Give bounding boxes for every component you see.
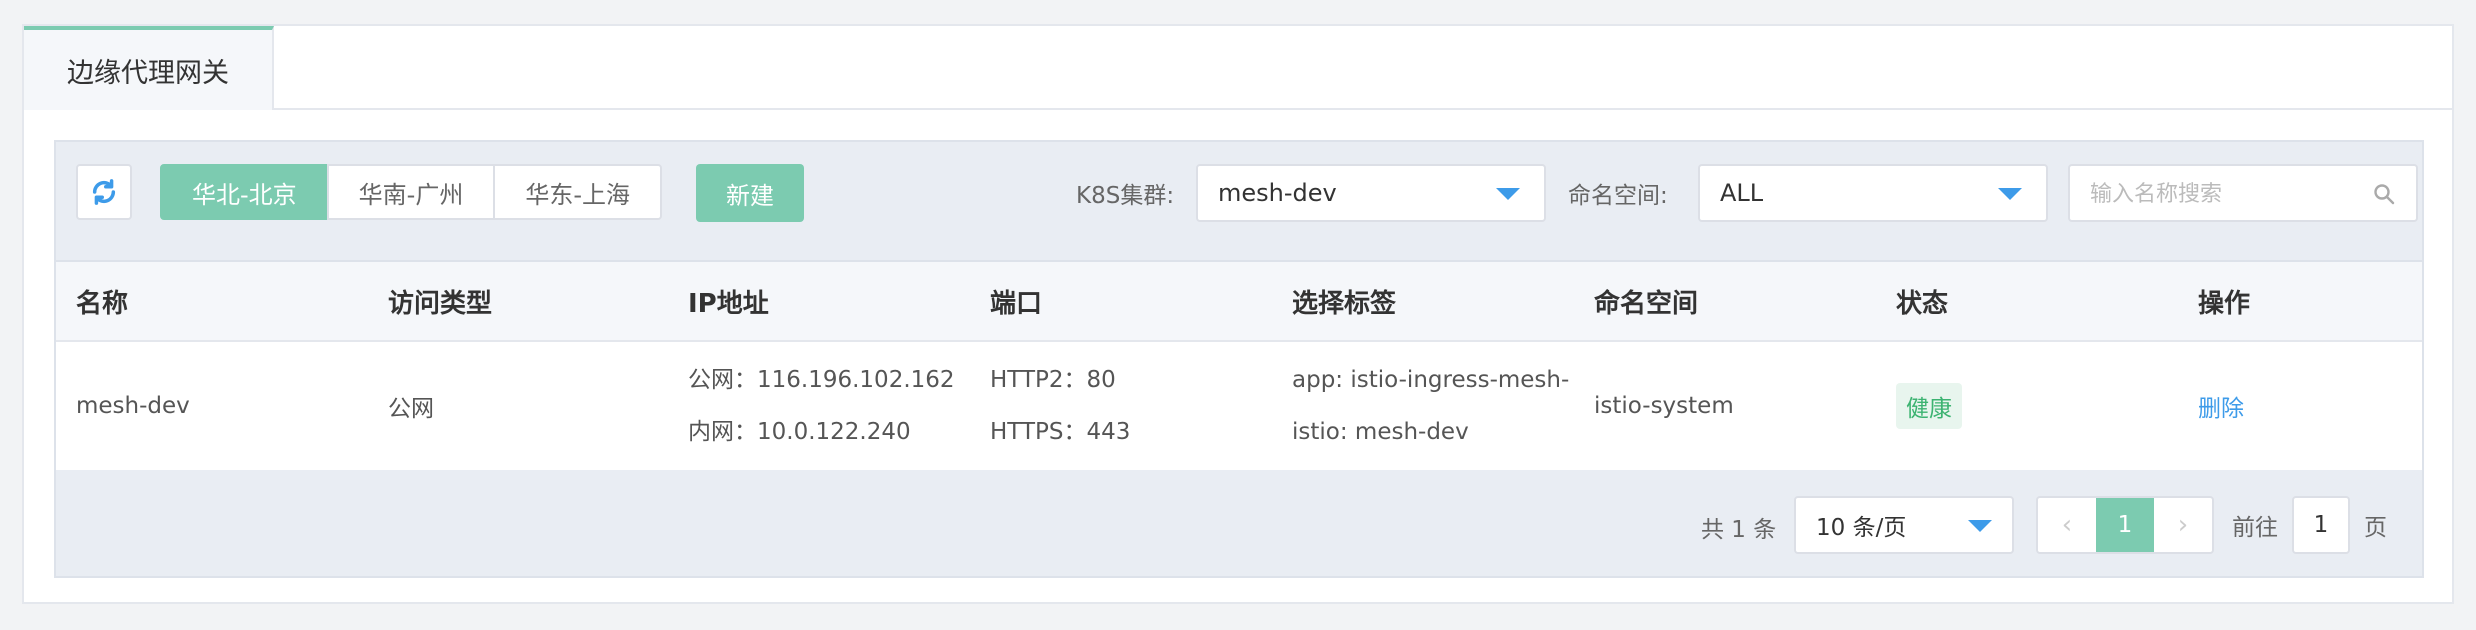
- cluster-select-value: mesh-dev: [1218, 179, 1337, 207]
- namespace-select[interactable]: ALL: [1698, 164, 2048, 222]
- page-size-select[interactable]: 10 条/页: [1794, 496, 2014, 554]
- column-header-status: 状态: [1896, 288, 1949, 319]
- page-navigator: ‹ 1 ›: [2036, 496, 2214, 554]
- tab-bar: 边缘代理网关: [24, 26, 2452, 110]
- region-switcher: 华北-北京 华南-广州 华东-上海: [160, 164, 663, 220]
- cell-actions: 删除: [2178, 389, 2422, 423]
- search-input[interactable]: [2070, 166, 2382, 222]
- pagination: 共 1 条 10 条/页 ‹ 1 › 前往 页: [56, 472, 2422, 576]
- table-header: 名称 访问类型 IP地址 端口 选择标签 命名空间 状态 操作: [56, 260, 2422, 342]
- goto-page-input[interactable]: [2292, 496, 2350, 554]
- column-header-actions: 操作: [2198, 288, 2251, 319]
- ip-private: 内网：10.0.122.240: [688, 419, 911, 445]
- toolbar: 华北-北京 华南-广州 华东-上海 新建 K8S集群: mesh-dev 命名空…: [56, 142, 2422, 262]
- refresh-icon: [92, 179, 116, 205]
- column-header-port: 端口: [990, 288, 1043, 319]
- region-beijing-button[interactable]: 华北-北京: [160, 164, 329, 220]
- chevron-down-icon: [1496, 188, 1520, 200]
- refresh-button[interactable]: [76, 164, 132, 220]
- region-shanghai-button[interactable]: 华东-上海: [493, 164, 663, 220]
- gateway-table: 名称 访问类型 IP地址 端口 选择标签 命名空间 状态 操作 mesh-dev…: [56, 260, 2422, 470]
- cell-selector: app: istio-ingress-mesh- istio: mesh-dev: [1272, 354, 1574, 458]
- delete-link[interactable]: 删除: [2198, 396, 2244, 422]
- cluster-label: K8S集群:: [1076, 183, 1175, 209]
- cluster-select[interactable]: mesh-dev: [1196, 164, 1546, 222]
- ip-public: 公网：116.196.102.162: [688, 367, 955, 393]
- label-app: app: istio-ingress-mesh-: [1292, 367, 1570, 393]
- namespace-label: 命名空间:: [1568, 183, 1668, 209]
- cell-access-type: 公网: [388, 396, 434, 422]
- search-box: [2068, 164, 2418, 222]
- content-area: 华北-北京 华南-广州 华东-上海 新建 K8S集群: mesh-dev 命名空…: [54, 140, 2424, 578]
- search-icon[interactable]: [2372, 182, 2396, 206]
- column-header-name: 名称: [76, 288, 129, 319]
- chevron-left-icon: ‹: [2061, 510, 2073, 540]
- cell-status: 健康: [1876, 383, 2178, 429]
- cell-name: mesh-dev: [76, 393, 190, 419]
- column-header-ip: IP地址: [688, 288, 769, 319]
- table-row: mesh-dev 公网 公网：116.196.102.162 内网：10.0.1…: [56, 342, 2422, 470]
- region-guangzhou-button[interactable]: 华南-广州: [326, 164, 496, 220]
- chevron-right-icon: ›: [2177, 510, 2189, 540]
- gateway-panel: 边缘代理网关 华北-北京 华南-广州 华东-上海 新建 K8S集群: mesh-…: [22, 24, 2454, 604]
- chevron-down-icon: [1968, 520, 1992, 532]
- column-header-selector: 选择标签: [1292, 288, 1397, 319]
- goto-prefix: 前往: [2232, 515, 2278, 541]
- namespace-select-value: ALL: [1720, 179, 1764, 207]
- cell-namespace: istio-system: [1594, 393, 1734, 419]
- column-header-namespace: 命名空间: [1594, 288, 1699, 319]
- cell-ip: 公网：116.196.102.162 内网：10.0.122.240: [668, 354, 970, 458]
- page-size-value: 10 条/页: [1816, 515, 1907, 541]
- port-http2: HTTP2：80: [990, 367, 1116, 393]
- column-header-access-type: 访问类型: [388, 288, 493, 319]
- status-badge: 健康: [1896, 383, 1962, 429]
- goto-page: 前往 页: [2232, 496, 2387, 554]
- goto-suffix: 页: [2364, 515, 2387, 541]
- cell-port: HTTP2：80 HTTPS：443: [970, 354, 1272, 458]
- total-count: 共 1 条: [1701, 517, 1777, 543]
- prev-page-button[interactable]: ‹: [2038, 498, 2096, 552]
- label-istio: istio: mesh-dev: [1292, 419, 1469, 445]
- tab-edge-proxy-gateway[interactable]: 边缘代理网关: [24, 26, 274, 110]
- page-number-current[interactable]: 1: [2096, 498, 2154, 552]
- new-button[interactable]: 新建: [696, 164, 804, 222]
- next-page-button[interactable]: ›: [2154, 498, 2212, 552]
- port-https: HTTPS：443: [990, 419, 1131, 445]
- chevron-down-icon: [1998, 188, 2022, 200]
